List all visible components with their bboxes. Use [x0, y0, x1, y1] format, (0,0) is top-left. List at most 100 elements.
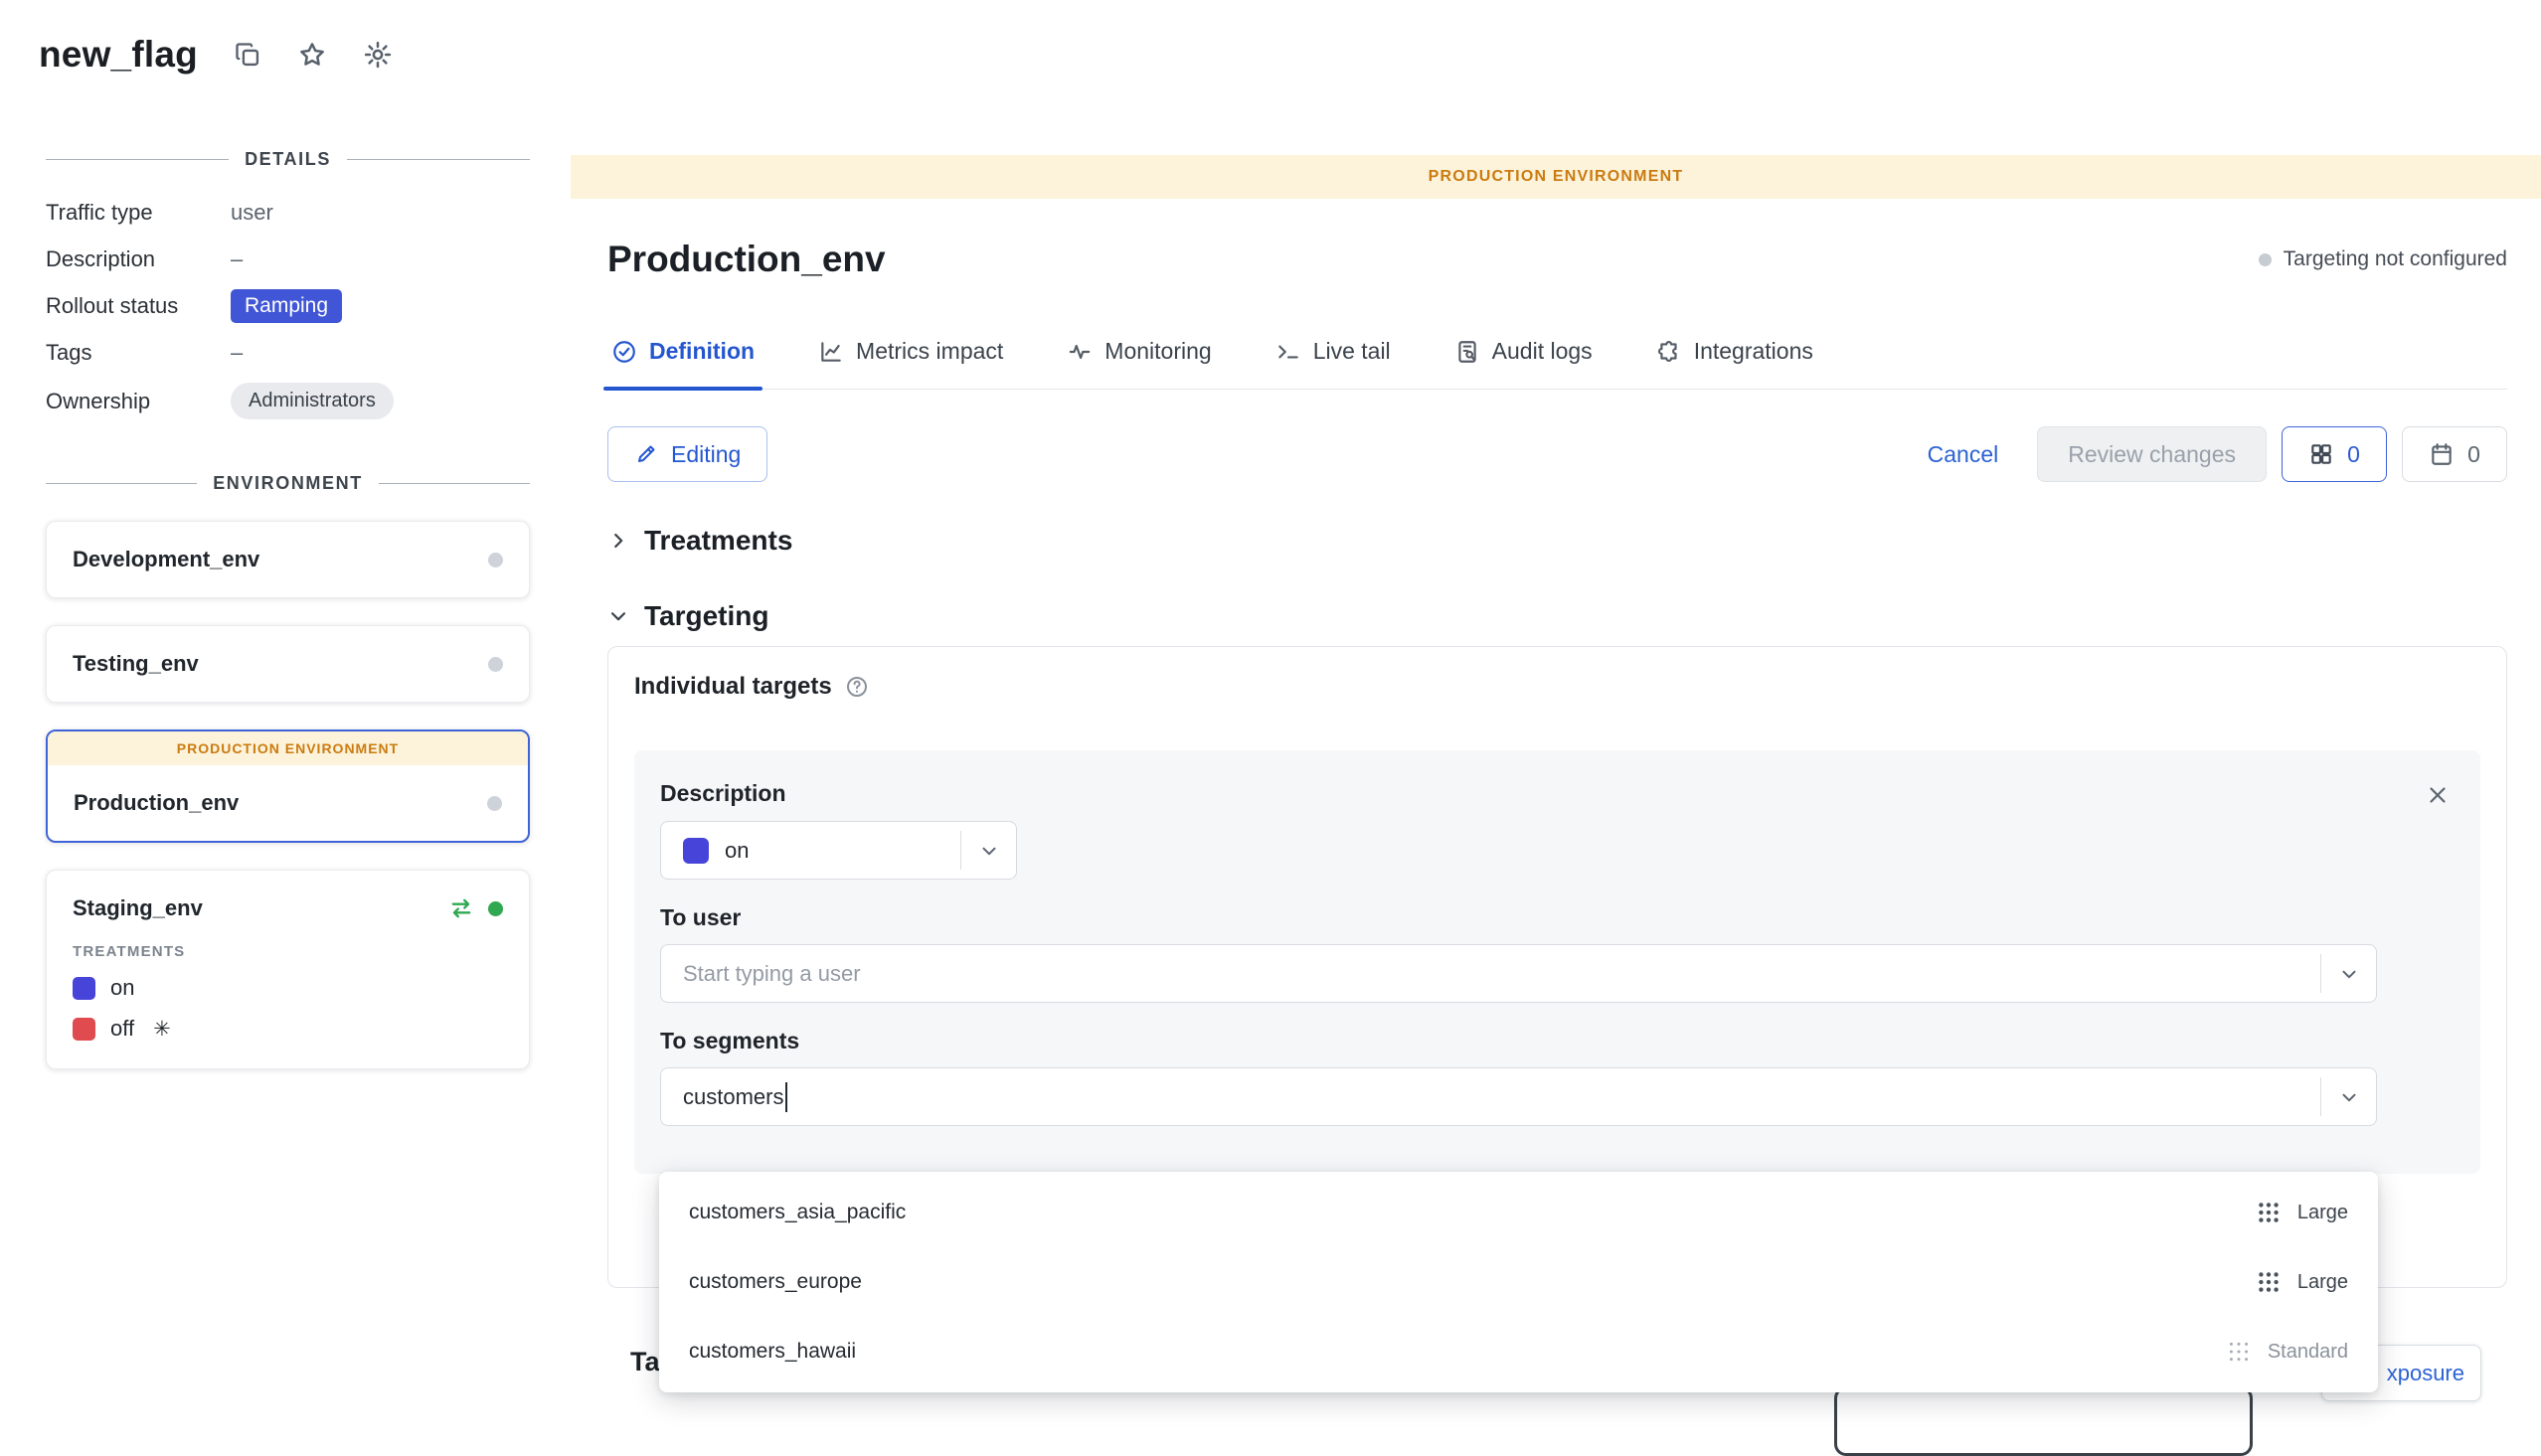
- cancel-button[interactable]: Cancel: [1928, 441, 1999, 468]
- treatment-on-swatch: [683, 838, 709, 864]
- divider: [46, 483, 197, 484]
- pencil-icon: [634, 442, 658, 466]
- to-segments-combobox[interactable]: customers: [660, 1067, 2377, 1126]
- feature-flag-page: new_flag DETAILS Traffic type user Descr…: [0, 0, 2541, 1413]
- segment-size-label: Large: [2297, 1202, 2348, 1224]
- env-card-staging[interactable]: Staging_env TREATMENTS on off: [46, 870, 530, 1069]
- segment-size-label: Large: [2297, 1271, 2348, 1294]
- targeting-heading: Targeting: [644, 600, 768, 632]
- divider: [347, 159, 530, 160]
- text-cursor: [785, 1082, 787, 1112]
- toolbar-right-group: Cancel Review changes 0 0: [1928, 426, 2507, 482]
- changes-counter-button[interactable]: 0: [2282, 426, 2387, 482]
- details-section-heading: DETAILS: [46, 149, 530, 170]
- detail-row-ownership: Ownership Administrators: [46, 383, 530, 419]
- tab-live-tail[interactable]: Live tail: [1271, 328, 1395, 389]
- environment-heading-label: ENVIRONMENT: [213, 473, 363, 494]
- treatment-label: on: [110, 975, 134, 1001]
- treatment-on-swatch: [73, 977, 95, 1000]
- env-name: Production_env: [74, 790, 239, 816]
- treatment-select[interactable]: on: [660, 821, 1017, 880]
- divider: [46, 159, 229, 160]
- detail-label: Description: [46, 246, 231, 272]
- treatment-label: off: [110, 1016, 134, 1042]
- ownership-pill[interactable]: Administrators: [231, 383, 394, 419]
- detail-label: Ownership: [46, 389, 231, 414]
- grid-icon: [2308, 441, 2334, 467]
- status-dot-icon: [2259, 253, 2272, 266]
- env-name: Staging_env: [73, 895, 203, 921]
- review-changes-button[interactable]: Review changes: [2037, 426, 2267, 482]
- to-user-input[interactable]: [683, 961, 2037, 987]
- edit-toolbar: Editing Cancel Review changes 0 0: [607, 425, 2507, 483]
- treatments-section-toggle[interactable]: Treatments: [607, 525, 792, 557]
- chevron-right-icon: [607, 530, 629, 552]
- metrics-chart-icon: [818, 339, 844, 365]
- main-header: Production_env Targeting not configured: [607, 231, 2507, 288]
- star-icon[interactable]: [297, 40, 327, 70]
- flag-title: new_flag: [39, 34, 198, 76]
- terminal-icon: [1275, 339, 1301, 365]
- treatments-mini-heading: TREATMENTS: [73, 943, 503, 960]
- targeting-section-toggle[interactable]: Targeting: [607, 600, 768, 632]
- chevron-down-icon[interactable]: [2320, 954, 2376, 993]
- tab-audit-logs[interactable]: Audit logs: [1450, 328, 1597, 389]
- details-heading-label: DETAILS: [245, 149, 331, 170]
- segment-size-label: Standard: [2268, 1341, 2348, 1364]
- asterisk-icon: ✳: [153, 1019, 171, 1040]
- env-card-production[interactable]: PRODUCTION ENVIRONMENT Production_env: [46, 729, 530, 843]
- dots-grid-icon: [2256, 1269, 2282, 1295]
- env-name: Development_env: [73, 547, 259, 572]
- copy-icon[interactable]: [234, 41, 261, 69]
- segment-name: customers_asia_pacific: [689, 1201, 906, 1224]
- tab-definition[interactable]: Definition: [607, 328, 759, 389]
- partial-control[interactable]: [1834, 1386, 2253, 1456]
- editing-button[interactable]: Editing: [607, 426, 767, 482]
- segment-option[interactable]: customers_europe Large: [659, 1247, 2378, 1317]
- segment-name: customers_hawaii: [689, 1340, 856, 1364]
- detail-label: Rollout status: [46, 293, 231, 319]
- gear-icon[interactable]: [363, 40, 393, 70]
- environment-section-heading: ENVIRONMENT: [46, 473, 530, 494]
- targeting-status-label: Targeting not configured: [2284, 247, 2507, 271]
- help-icon[interactable]: [845, 675, 869, 699]
- tab-integrations[interactable]: Integrations: [1652, 328, 1817, 389]
- detail-row-tags: Tags –: [46, 336, 530, 370]
- segment-option[interactable]: customers_asia_pacific Large: [659, 1178, 2378, 1247]
- dots-grid-icon: [2256, 1200, 2282, 1225]
- individual-target-editor: Description on To user To segments: [634, 750, 2480, 1174]
- env-status-dot: [488, 553, 503, 567]
- flag-header: new_flag: [39, 34, 393, 76]
- env-status-dot-active: [488, 901, 503, 916]
- env-name: Testing_env: [73, 651, 199, 677]
- environment-title: Production_env: [607, 239, 886, 280]
- editing-label: Editing: [671, 441, 741, 468]
- individual-targets-heading: Individual targets: [634, 673, 832, 701]
- segments-dropdown: customers_asia_pacific Large customers_e…: [659, 1172, 2378, 1392]
- divider: [379, 483, 530, 484]
- production-env-banner: PRODUCTION ENVIRONMENT: [48, 731, 528, 765]
- env-card-testing[interactable]: Testing_env: [46, 625, 530, 703]
- transfer-arrows-icon: [448, 895, 474, 921]
- segment-name: customers_europe: [689, 1270, 862, 1294]
- detail-value: user: [231, 200, 273, 226]
- tab-label: Monitoring: [1104, 338, 1211, 365]
- chevron-down-icon[interactable]: [960, 831, 1016, 870]
- tab-label: Metrics impact: [856, 338, 1003, 365]
- to-segments-input-value: customers: [683, 1084, 783, 1110]
- detail-value: –: [231, 246, 243, 272]
- description-label: Description: [660, 780, 2377, 807]
- close-icon[interactable]: [2425, 782, 2451, 808]
- tab-label: Live tail: [1313, 338, 1391, 365]
- treatments-heading: Treatments: [644, 525, 792, 557]
- schedule-counter-button[interactable]: 0: [2402, 426, 2507, 482]
- document-search-icon: [1454, 339, 1480, 365]
- treatment-row-off: off ✳: [73, 1016, 503, 1042]
- tab-bar: Definition Metrics impact Monitoring Liv…: [607, 328, 2507, 390]
- tab-monitoring[interactable]: Monitoring: [1063, 328, 1215, 389]
- tab-metrics-impact[interactable]: Metrics impact: [814, 328, 1007, 389]
- segment-option[interactable]: customers_hawaii Standard: [659, 1317, 2378, 1386]
- env-card-development[interactable]: Development_env: [46, 521, 530, 598]
- chevron-down-icon[interactable]: [2320, 1077, 2376, 1116]
- definition-icon: [611, 339, 637, 365]
